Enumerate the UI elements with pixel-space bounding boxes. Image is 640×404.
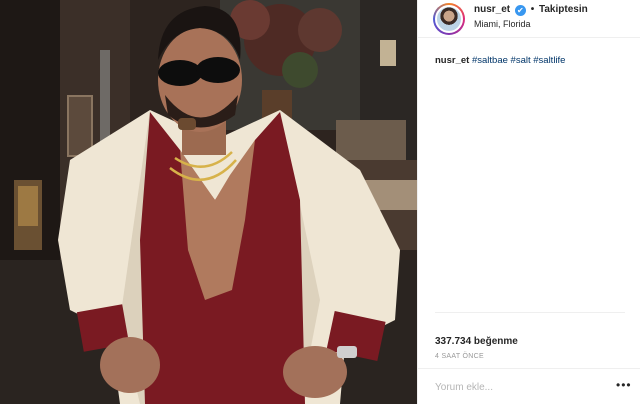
username-link[interactable]: nusr_et: [474, 4, 510, 15]
hashtag-link[interactable]: #saltbae: [472, 55, 508, 66]
caption-username[interactable]: nusr_et: [435, 55, 469, 66]
header-separator: •: [530, 4, 535, 15]
follow-status-button[interactable]: Takiptesin: [539, 4, 588, 15]
post-timestamp: 4 SAAT ÖNCE: [435, 353, 484, 360]
actions-divider: [435, 312, 625, 313]
post-caption: nusr_et #saltbae #salt #saltlife: [435, 55, 565, 66]
post-photo[interactable]: [0, 0, 417, 404]
verified-badge-icon: ✔: [514, 5, 526, 16]
post-header: nusr_et ✔ • Takiptesin Miami, Florida: [418, 0, 640, 38]
comment-bar: •••: [418, 368, 640, 404]
post-side-panel: nusr_et ✔ • Takiptesin Miami, Florida nu…: [417, 0, 640, 404]
post-author: nusr_et ✔ • Takiptesin: [474, 4, 588, 16]
location-link[interactable]: Miami, Florida: [474, 19, 531, 29]
hashtag-link[interactable]: #saltlife: [533, 55, 565, 66]
likes-count[interactable]: 337.734 beğenme: [435, 336, 518, 347]
avatar-image: [435, 5, 463, 33]
more-options-icon[interactable]: •••: [616, 378, 632, 392]
post-image: [0, 0, 417, 404]
avatar[interactable]: [433, 3, 465, 35]
comment-input[interactable]: [435, 379, 605, 395]
hashtag-link[interactable]: #salt: [511, 55, 531, 66]
